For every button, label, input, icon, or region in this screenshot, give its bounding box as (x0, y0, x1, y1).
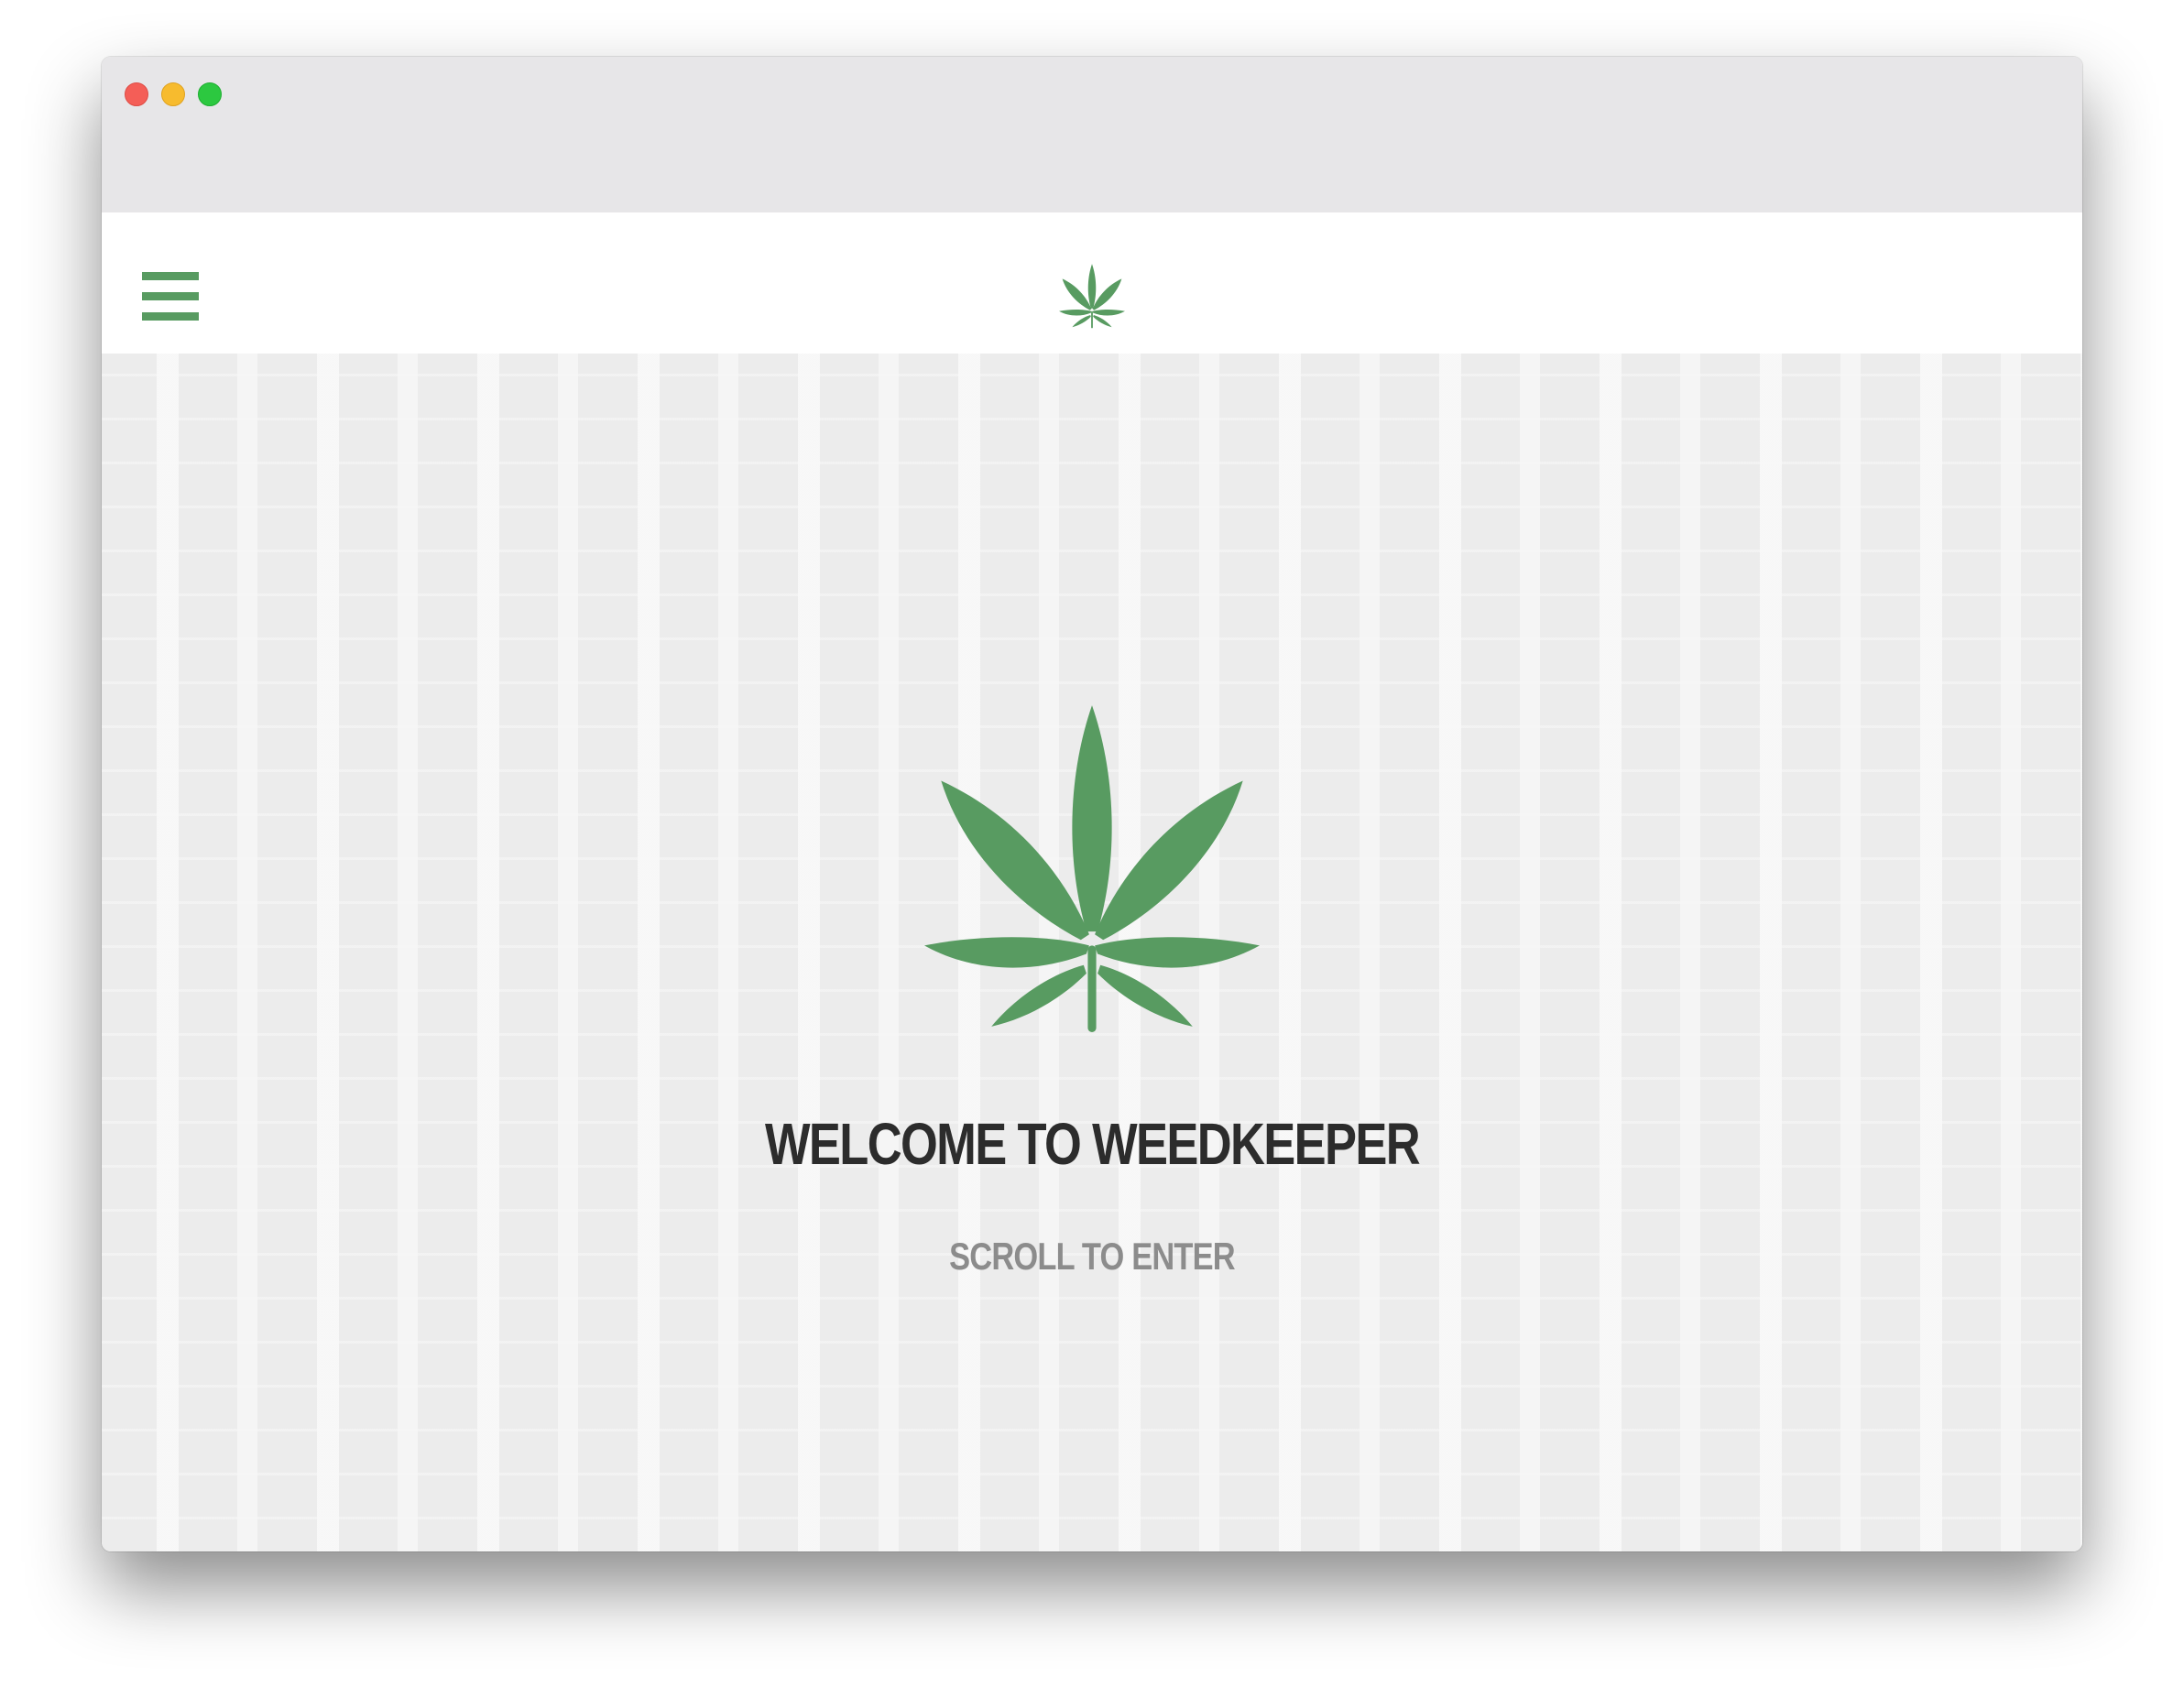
hero-title: WELCOME TO WEEDKEEPER (765, 1111, 1421, 1177)
scroll-to-enter-link[interactable]: SCROLL TO ENTER (280, 1235, 1905, 1279)
site-header (102, 212, 2082, 354)
browser-window: WELCOME TO WEEDKEEPER SCROLL TO ENTER (102, 57, 2082, 1551)
cannabis-leaf-icon[interactable] (1057, 263, 1127, 329)
hero-section: WELCOME TO WEEDKEEPER SCROLL TO ENTER (102, 354, 2082, 1551)
maximize-window-button[interactable] (198, 82, 222, 106)
cannabis-leaf-icon (924, 705, 1260, 1032)
window-titlebar (102, 57, 2082, 213)
minimize-window-button[interactable] (161, 82, 185, 106)
hamburger-menu-icon[interactable] (142, 272, 199, 321)
close-window-button[interactable] (125, 82, 148, 106)
